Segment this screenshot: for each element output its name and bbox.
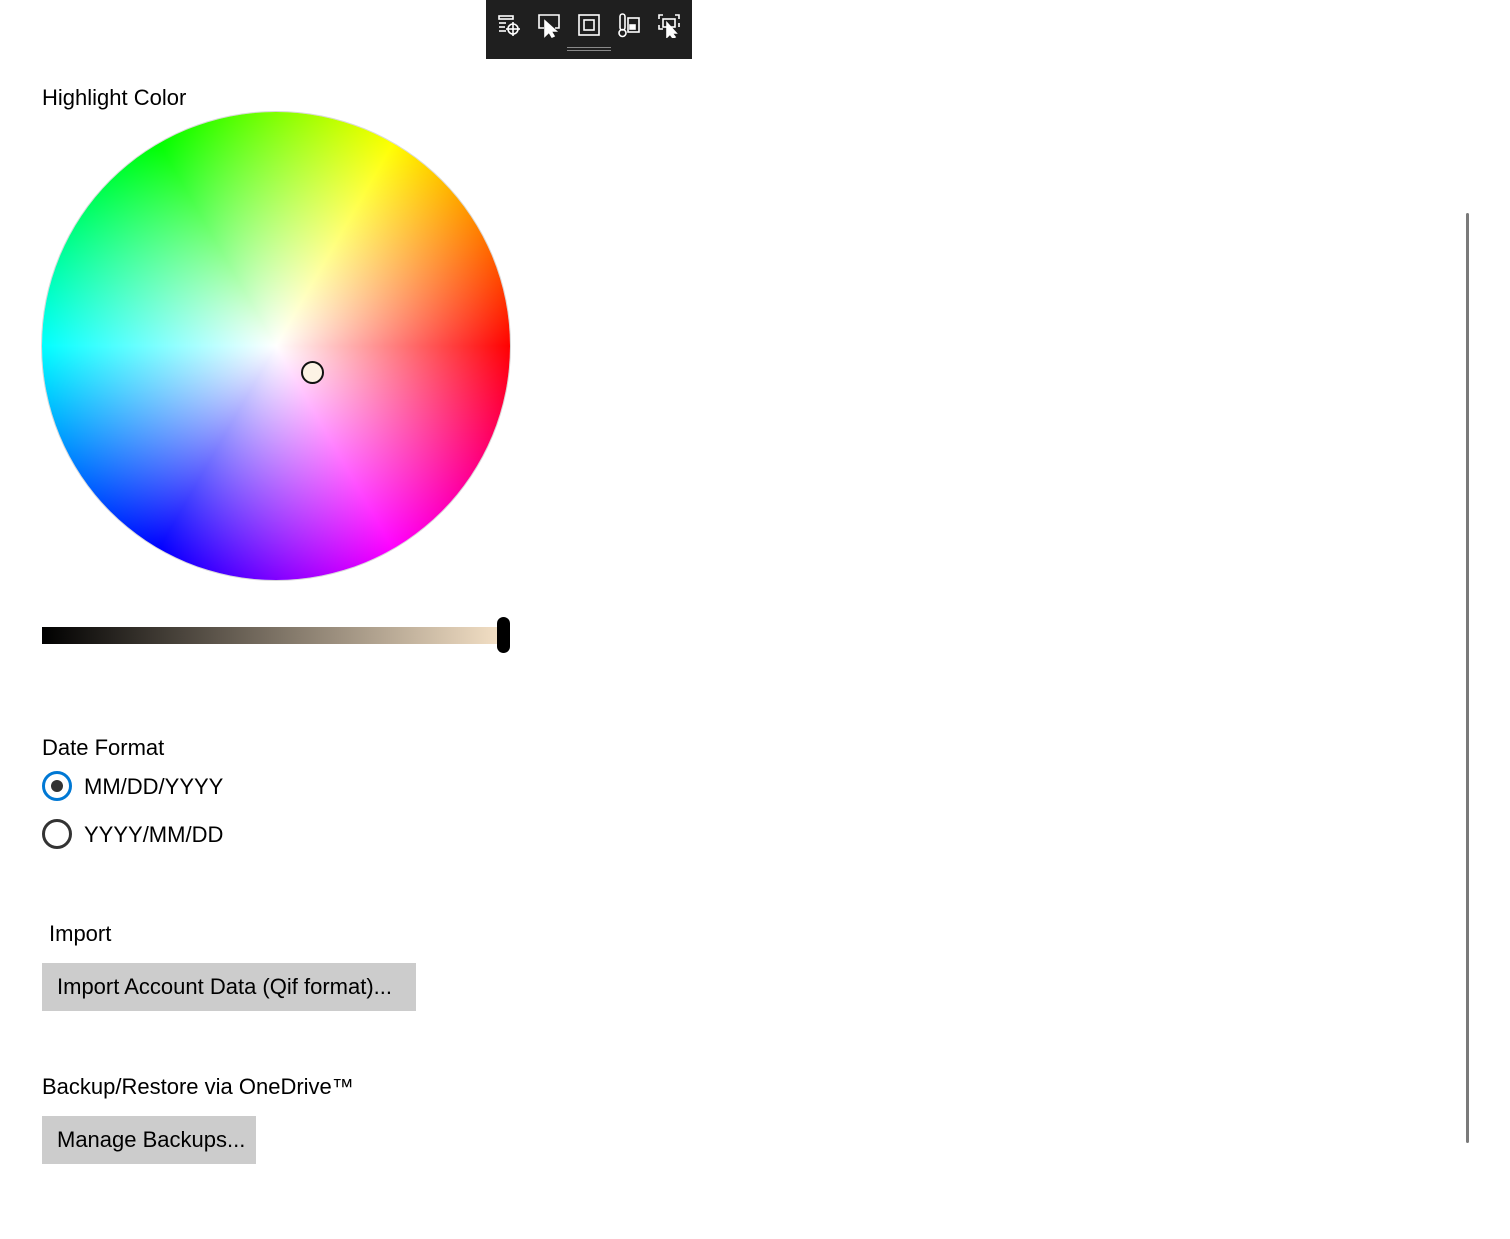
highlight-color-label: Highlight Color [42,85,187,110]
date-format-option-label[interactable]: YYYY/MM/DD [84,822,223,848]
manage-backups-button[interactable]: Manage Backups... [42,1116,256,1164]
brightness-slider-track[interactable] [42,627,508,644]
date-format-radio-yyyymmdd[interactable] [42,819,72,849]
live-visual-tree-icon[interactable] [494,10,524,40]
import-label: Import [49,921,112,946]
toolbar-drag-handle[interactable] [567,47,611,51]
import-account-data-button[interactable]: Import Account Data (Qif format)... [42,963,416,1011]
date-format-radio-mmddyyyy[interactable] [42,771,72,801]
date-format-option-label[interactable]: MM/DD/YYYY [84,774,223,800]
backup-restore-label: Backup/Restore via OneDrive™ [42,1074,354,1099]
display-layout-adorners-icon[interactable] [574,10,604,40]
select-element-icon[interactable] [534,10,564,40]
brightness-slider-thumb[interactable] [497,617,510,653]
preview-selection-icon[interactable] [654,10,684,40]
vertical-scrollbar[interactable] [1466,213,1469,1143]
radio-dot [51,780,63,792]
date-format-label: Date Format [42,735,165,760]
track-focus-icon[interactable] [614,10,644,40]
color-wheel[interactable] [42,112,510,580]
color-wheel-thumb[interactable] [301,361,324,384]
debug-toolbar [486,0,692,59]
